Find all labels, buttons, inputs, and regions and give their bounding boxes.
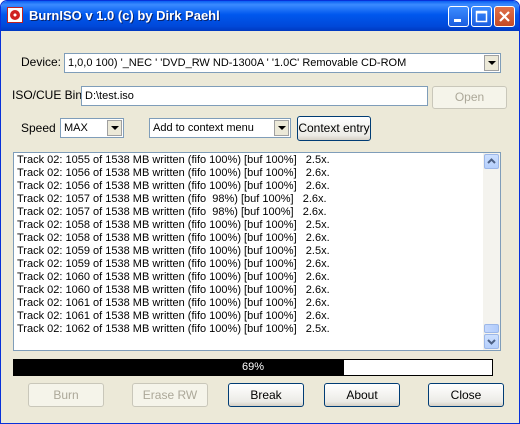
context-entry-button[interactable]: Context entry [297, 116, 371, 141]
erase-rw-button[interactable]: Erase RW [132, 383, 208, 407]
app-icon[interactable] [7, 7, 23, 23]
open-button[interactable]: Open [432, 86, 507, 109]
log-listbox[interactable]: Track 02: 1055 of 1538 MB written (fifo … [13, 152, 501, 351]
break-button-label: Break [250, 388, 282, 402]
progress-bar: 69% [13, 359, 493, 376]
scroll-up-button[interactable] [484, 154, 499, 169]
log-line: Track 02: 1059 of 1538 MB written (fifo … [17, 258, 330, 270]
scroll-thumb[interactable] [484, 324, 499, 333]
title-bar[interactable]: BurnISO v 1.0 (c) by Dirk Paehl [1, 1, 519, 31]
chevron-down-icon[interactable] [274, 120, 289, 136]
chevron-down-icon[interactable] [107, 120, 122, 136]
about-button[interactable]: About [324, 383, 400, 407]
progress-label: 69% [241, 361, 265, 373]
minimize-button[interactable] [448, 6, 469, 27]
context-value: Add to context menu [153, 122, 254, 134]
close-button-label: Close [450, 388, 482, 402]
break-button[interactable]: Break [228, 383, 304, 407]
device-value: 1,0,0 100) '_NEC ' 'DVD_RW ND-1300A ' '1… [68, 57, 407, 69]
iso-path-input[interactable]: D:\test.iso [81, 86, 428, 106]
speed-value: MAX [64, 122, 88, 134]
window-title: BurnISO v 1.0 (c) by Dirk Paehl [29, 8, 220, 23]
close-button[interactable]: Close [428, 383, 504, 407]
log-line: Track 02: 1057 of 1538 MB written (fifo … [17, 206, 327, 218]
log-line: Track 02: 1058 of 1538 MB written (fifo … [17, 232, 330, 244]
log-line: Track 02: 1061 of 1538 MB written (fifo … [17, 310, 330, 322]
about-button-label: About [346, 388, 378, 402]
erase-rw-button-label: Erase RW [142, 388, 198, 402]
chevron-down-icon[interactable] [484, 55, 499, 71]
log-line: Track 02: 1059 of 1538 MB written (fifo … [17, 245, 330, 257]
log-line: Track 02: 1062 of 1538 MB written (fifo … [17, 323, 330, 335]
open-button-label: Open [454, 90, 485, 104]
burn-button[interactable]: Burn [28, 383, 104, 407]
speed-label: Speed [21, 121, 56, 135]
context-entry-label: Context entry [298, 121, 370, 135]
log-scrollbar[interactable] [483, 153, 500, 350]
log-lines: Track 02: 1055 of 1538 MB written (fifo … [17, 154, 330, 336]
scroll-down-button[interactable] [484, 334, 499, 349]
log-line: Track 02: 1060 of 1538 MB written (fifo … [17, 284, 330, 296]
close-icon [499, 11, 510, 22]
maximize-button[interactable] [471, 6, 492, 27]
context-select[interactable]: Add to context menu [149, 118, 291, 138]
log-line: Track 02: 1056 of 1538 MB written (fifo … [17, 167, 330, 179]
log-line: Track 02: 1055 of 1538 MB written (fifo … [17, 154, 330, 166]
log-line: Track 02: 1061 of 1538 MB written (fifo … [17, 297, 330, 309]
minimize-icon [454, 19, 461, 22]
maximize-icon [475, 10, 488, 23]
log-line: Track 02: 1060 of 1538 MB written (fifo … [17, 271, 330, 283]
burn-button-label: Burn [53, 388, 79, 402]
chevron-up-icon [487, 158, 496, 164]
device-select[interactable]: 1,0,0 100) '_NEC ' 'DVD_RW ND-1300A ' '1… [64, 53, 501, 73]
chevron-down-icon [487, 339, 496, 345]
log-line: Track 02: 1056 of 1538 MB written (fifo … [17, 180, 330, 192]
log-line: Track 02: 1057 of 1538 MB written (fifo … [17, 193, 327, 205]
log-line: Track 02: 1058 of 1538 MB written (fifo … [17, 219, 330, 231]
main-window: BurnISO v 1.0 (c) by Dirk Paehl Device: … [0, 0, 520, 424]
close-window-button[interactable] [494, 6, 515, 27]
speed-select[interactable]: MAX [60, 118, 124, 138]
iso-path-value: D:\test.iso [85, 90, 134, 102]
iso-label: ISO/CUE Bin [12, 88, 83, 102]
device-label: Device: [21, 55, 62, 69]
